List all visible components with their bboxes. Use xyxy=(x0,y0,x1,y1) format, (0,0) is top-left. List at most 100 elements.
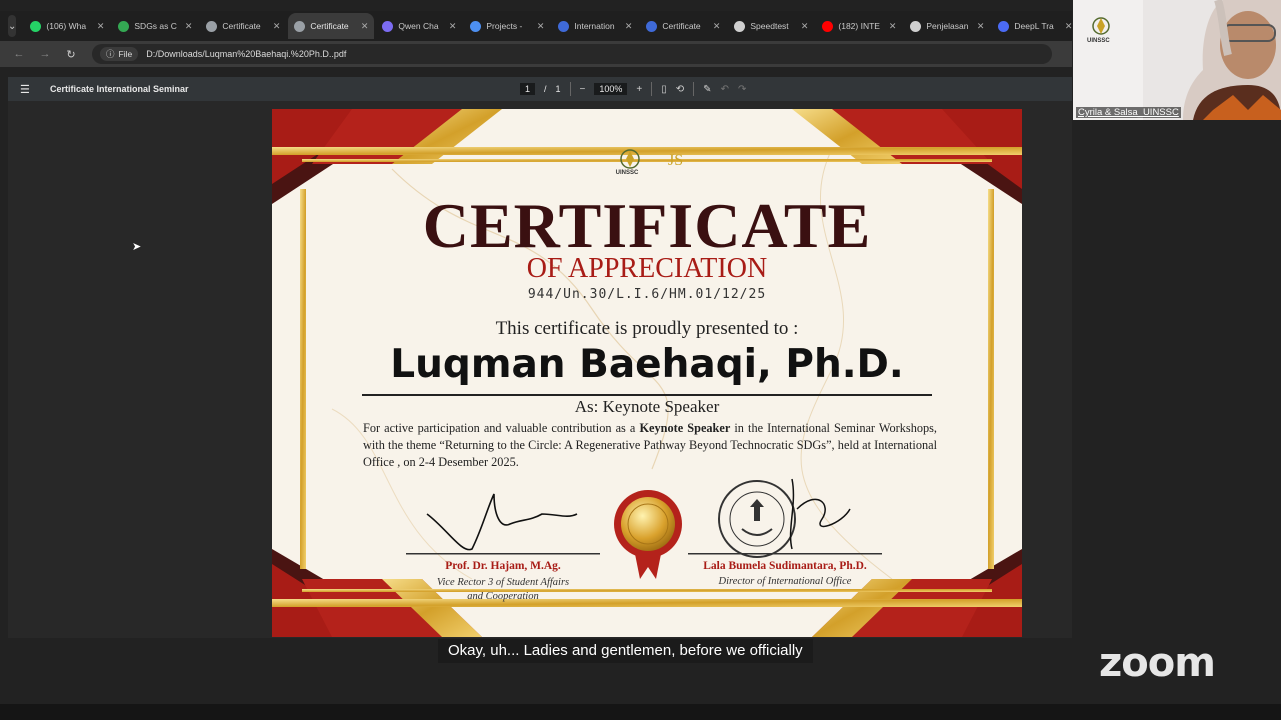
close-tab-icon[interactable]: ✕ xyxy=(273,21,281,32)
browser-tab[interactable]: DeepL Tra ✕ xyxy=(992,13,1078,39)
back-icon[interactable]: ← xyxy=(12,48,26,60)
tab-favicon-icon xyxy=(822,20,834,32)
tab-search-button[interactable]: ⌄ xyxy=(8,15,17,37)
certificate-subtitle: OF APPRECIATION xyxy=(526,253,768,284)
tab-label: Speedtest xyxy=(750,21,789,31)
page-number-input[interactable]: 1 xyxy=(520,83,536,95)
page-total: 1 xyxy=(555,84,561,94)
live-caption: Okay, uh... Ladies and gentlemen, before… xyxy=(438,639,813,663)
svg-text:JS: JS xyxy=(668,152,683,169)
zoom-logo: zoom xyxy=(1099,640,1216,686)
tab-label: Certificate xyxy=(222,21,261,31)
browser-tab[interactable]: Internation ✕ xyxy=(552,13,638,39)
recipient-role: As: Keynote Speaker xyxy=(574,397,720,416)
certificate-body: For active participation and valuable co… xyxy=(363,420,937,471)
tab-favicon-icon xyxy=(382,20,394,32)
certificate-page: JS UINSSC CERTIFICATE OF APPRECIATION 94… xyxy=(272,109,1022,637)
tab-favicon-icon xyxy=(294,20,306,32)
zoom-in-icon[interactable]: + xyxy=(636,84,642,95)
tab-favicon-icon xyxy=(998,20,1010,32)
close-tab-icon[interactable]: ✕ xyxy=(449,21,457,32)
tab-label: SDGs as C xyxy=(134,21,177,31)
certificate-logo-text: UINSSC xyxy=(615,170,639,176)
browser-tab[interactable]: SDGs as C ✕ xyxy=(112,13,198,39)
tab-label: DeepL Tra xyxy=(1014,21,1054,31)
zoom-level-input[interactable]: 100% xyxy=(594,83,628,95)
browser-tab[interactable]: Certificate ✕ xyxy=(640,13,726,39)
body-text-1: For active participation and valuable co… xyxy=(363,421,640,435)
close-tab-icon[interactable]: ✕ xyxy=(889,21,897,32)
certificate-title: CERTIFICATE xyxy=(422,190,872,261)
annotate-icon[interactable]: ✎ xyxy=(703,84,711,95)
participant-video-frame xyxy=(1073,0,1281,120)
signer-right-title: Director of International Office xyxy=(718,576,852,587)
url-text: D:/Downloads/Luqman%20Baehaqi.%20Ph.D..p… xyxy=(146,49,347,59)
browser-tab[interactable]: Projects - ✕ xyxy=(464,13,550,39)
signer-right-name: Lala Bumela Sudimantara, Ph.D. xyxy=(703,560,867,572)
redo-icon[interactable]: ↷ xyxy=(738,84,746,95)
mouse-cursor-icon: ➤ xyxy=(132,241,142,253)
tab-label: Certificate xyxy=(662,21,701,31)
zoom-out-icon[interactable]: − xyxy=(580,84,586,95)
browser-tab-strip: ⌄ (106) Wha ✕ SDGs as C ✕ Certificate ✕ Certif… xyxy=(0,11,1072,41)
signer-left-name: Prof. Dr. Hajam, M.Ag. xyxy=(445,560,561,572)
pdf-title: Certificate International Seminar xyxy=(50,84,189,94)
pdf-toolbar: ☰ Certificate International Seminar 1 / … xyxy=(8,77,1072,101)
rotate-icon[interactable]: ⟲ xyxy=(676,84,684,95)
tab-favicon-icon xyxy=(118,20,130,32)
signer-left-title-line1: Vice Rector 3 of Student Affairs xyxy=(436,577,570,588)
tab-favicon-icon xyxy=(30,20,42,32)
forward-icon[interactable]: → xyxy=(38,48,52,60)
zoom-screen-share: ⌄ (106) Wha ✕ SDGs as C ✕ Certificate ✕ Certif… xyxy=(0,0,1281,720)
recipient-name: Luqman Baehaqi, Ph.D. xyxy=(390,342,904,387)
tab-label: Penjelasan xyxy=(926,21,969,31)
close-tab-icon[interactable]: ✕ xyxy=(97,21,105,32)
presented-to-text: This certificate is proudly presented to… xyxy=(495,318,799,339)
close-tab-icon[interactable]: ✕ xyxy=(537,21,545,32)
divider xyxy=(693,82,695,96)
participant-name: Cyrila & Salsa_UINSSC xyxy=(1076,107,1181,118)
divider xyxy=(569,82,571,96)
tab-label: Projects - xyxy=(486,21,523,31)
signer-left-title: Vice Rector 3 of Student Affairs and Coop… xyxy=(406,576,600,604)
divider xyxy=(651,82,653,96)
tab-favicon-icon xyxy=(558,20,570,32)
browser-tab[interactable]: (182) INTE ✕ xyxy=(816,13,902,39)
menu-icon[interactable]: ☰ xyxy=(20,83,40,96)
close-tab-icon[interactable]: ✕ xyxy=(713,21,721,32)
pdf-controls: 1 / 1 − 100% + ▯ ⟲ ✎ ↶ ↷ xyxy=(520,77,746,101)
browser-tab[interactable]: (106) Wha ✕ xyxy=(24,13,110,39)
close-tab-icon[interactable]: ✕ xyxy=(185,21,193,32)
tab-label: Qwen Cha xyxy=(398,21,439,31)
fit-page-icon[interactable]: ▯ xyxy=(661,84,667,95)
tab-label: (106) Wha xyxy=(46,21,87,31)
tab-favicon-icon xyxy=(646,20,658,32)
close-tab-icon[interactable]: ✕ xyxy=(625,21,633,32)
tab-list: (106) Wha ✕ SDGs as C ✕ Certificate ✕ Certific… xyxy=(24,13,1078,39)
browser-toolbar: ← → ↻ ⓘ File D:/Downloads/Luqman%20Baeha… xyxy=(0,41,1072,67)
tab-favicon-icon xyxy=(910,20,922,32)
tab-label: Certificate xyxy=(310,21,349,31)
tab-label: Internation xyxy=(574,21,615,31)
video-logo-text: UINSSC xyxy=(1087,38,1110,44)
browser-tab[interactable]: Penjelasan ✕ xyxy=(904,13,990,39)
scheme-label: File xyxy=(118,49,133,59)
browser-tab[interactable]: Speedtest ✕ xyxy=(728,13,814,39)
close-tab-icon[interactable]: ✕ xyxy=(977,21,985,32)
tab-favicon-icon xyxy=(470,20,482,32)
browser-tab[interactable]: Certificate ✕ xyxy=(200,13,286,39)
tab-favicon-icon xyxy=(734,20,746,32)
participant-video[interactable]: UINSSC Cyrila & Salsa_UINSSC xyxy=(1073,0,1281,120)
site-info-chip[interactable]: ⓘ File xyxy=(100,47,139,61)
address-bar[interactable]: ⓘ File D:/Downloads/Luqman%20Baehaqi.%20… xyxy=(92,44,1052,64)
browser-tab[interactable]: Qwen Cha ✕ xyxy=(376,13,462,39)
close-tab-icon[interactable]: ✕ xyxy=(1065,21,1073,32)
close-tab-icon[interactable]: ✕ xyxy=(801,21,809,32)
reload-icon[interactable]: ↻ xyxy=(64,48,78,61)
browser-tab[interactable]: Certificate ✕ xyxy=(288,13,375,39)
bottom-strip xyxy=(0,704,1281,720)
close-tab-icon[interactable]: ✕ xyxy=(361,21,369,32)
certificate-number: 944/Un.30/L.I.6/HM.01/12/25 xyxy=(527,287,767,302)
undo-icon[interactable]: ↶ xyxy=(721,84,729,95)
body-text-bold: Keynote Speaker xyxy=(639,421,731,435)
